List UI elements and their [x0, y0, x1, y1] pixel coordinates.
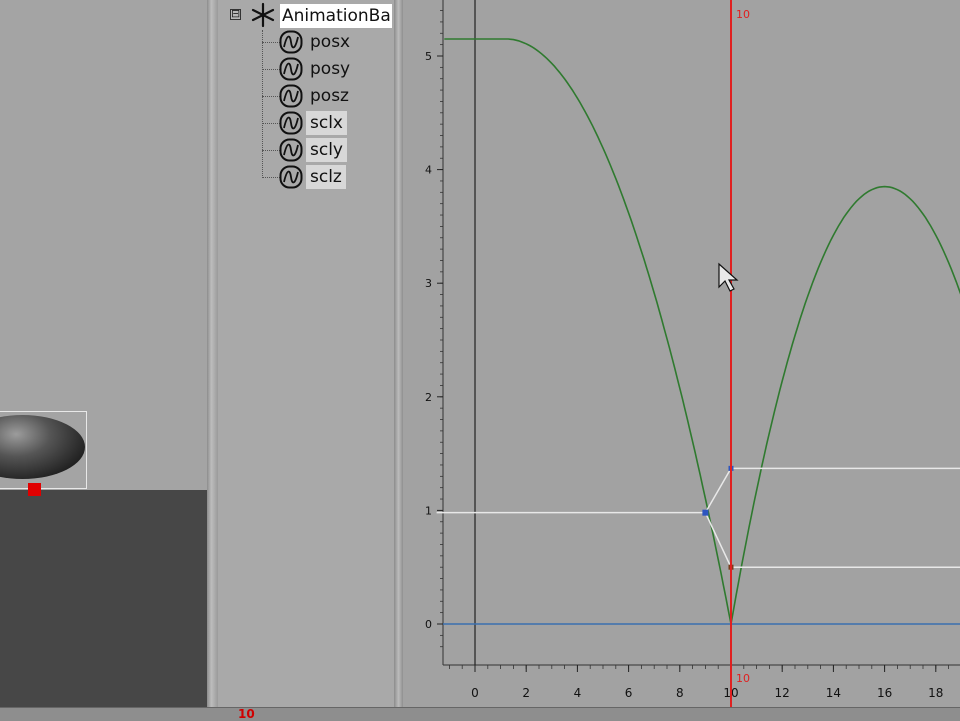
x-tick-label: 18 [928, 686, 943, 700]
x-tick-label: 4 [574, 686, 582, 700]
x-tick-label: 6 [625, 686, 633, 700]
tree-connector [262, 42, 280, 43]
x-tick-label: 2 [522, 686, 530, 700]
collapse-toggle[interactable]: ⊟ [230, 8, 241, 20]
curve-channel-icon [279, 57, 303, 81]
tree-connector [262, 96, 280, 97]
x-tick-label: 16 [877, 686, 892, 700]
timeline-bar[interactable]: 10 [0, 707, 960, 721]
tree-connector [262, 69, 280, 70]
tree-connector [262, 177, 280, 178]
curve-graph[interactable]: 543210 024681012141618 1010 [403, 0, 960, 707]
root-node-label[interactable]: AnimationBa [280, 4, 392, 28]
tree-connector [262, 150, 280, 151]
channel-label-posy[interactable]: posy [306, 57, 354, 81]
y-tick-label: 1 [425, 504, 432, 517]
y-tick-label: 0 [425, 618, 432, 631]
posy-curve [444, 38, 960, 625]
ground-plane [0, 490, 207, 707]
selection-bounding-box [0, 411, 87, 489]
curve-channel-icon [279, 165, 303, 189]
x-tick-label: 8 [676, 686, 684, 700]
channel-label-posz[interactable]: posz [306, 84, 353, 108]
time-cursor-label-top: 10 [736, 8, 750, 21]
curve-channel-icon [279, 84, 303, 108]
3d-viewport[interactable] [0, 0, 207, 707]
tree-connector [262, 123, 280, 124]
channel-label-sclz[interactable]: sclz [306, 165, 346, 189]
outliner-splitter[interactable] [394, 0, 403, 707]
channel-label-sclx[interactable]: sclx [306, 111, 347, 135]
y-tick-label: 5 [425, 50, 432, 63]
current-frame-indicator: 10 [238, 707, 255, 721]
channel-outliner: ⊟ AnimationBa posx posy posz sclx scly sclz [218, 0, 606, 707]
y-tick-label: 2 [425, 391, 432, 404]
x-tick-label: 0 [471, 686, 479, 700]
mouse-pointer-icon [718, 262, 739, 292]
y-tick-label: 4 [425, 164, 432, 177]
curve-graph-editor[interactable]: 543210 024681012141618 1010 [403, 0, 960, 707]
x-tick-label: 12 [775, 686, 790, 700]
curve-channel-icon [279, 138, 303, 162]
curve-channel-icon [279, 111, 303, 135]
y-tick-label: 3 [425, 277, 432, 290]
time-cursor-label-bottom: 10 [736, 672, 750, 685]
asterisk-node-icon [251, 2, 275, 28]
viewport-splitter[interactable] [207, 0, 218, 707]
scale-curve-upper [436, 467, 960, 514]
curve-channel-icon [279, 30, 303, 54]
x-tick-label: 14 [826, 686, 841, 700]
channel-label-posx[interactable]: posx [306, 30, 354, 54]
channel-label-scly[interactable]: scly [306, 138, 347, 162]
tree-connector [262, 30, 263, 178]
pivot-marker[interactable] [28, 483, 41, 496]
keyframe-marker [702, 509, 709, 516]
